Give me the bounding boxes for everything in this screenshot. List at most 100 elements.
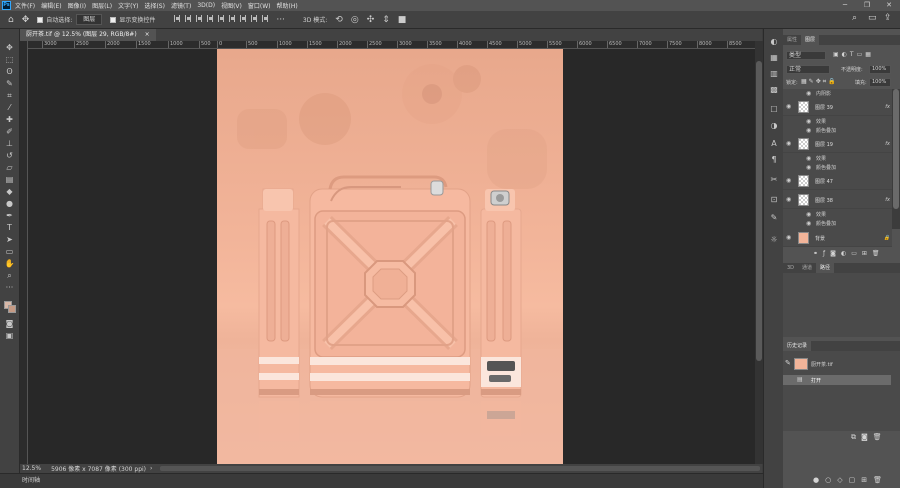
align-left-icon[interactable] [174, 15, 181, 22]
status-arrow-icon[interactable]: › [150, 465, 152, 472]
eye-icon[interactable]: ◉ [806, 118, 811, 125]
zoom-tool-icon[interactable]: ⌕ [4, 271, 15, 281]
home-icon[interactable]: ⌂ [8, 15, 14, 25]
distribute-2-icon[interactable] [251, 15, 258, 22]
layers-scrollbar[interactable] [892, 89, 900, 229]
eye-icon[interactable]: ◉ [786, 103, 791, 110]
history-brush-tool-icon[interactable]: ↺ [4, 151, 15, 161]
tab-channels[interactable]: 通道 [798, 263, 816, 273]
eye-icon[interactable]: ◉ [806, 155, 811, 162]
eye-icon[interactable]: ◉ [786, 234, 791, 241]
menu-image[interactable]: 图像(I) [68, 1, 86, 10]
eye-icon[interactable]: ◉ [806, 90, 811, 97]
eye-icon[interactable]: ◉ [806, 164, 811, 171]
paths-action-icons[interactable]: ●○◇▢⊞🗑 [813, 476, 888, 484]
distribute-icon[interactable] [240, 15, 247, 22]
auto-select-target-dropdown[interactable]: 图层 [76, 14, 103, 25]
menu-window[interactable]: 窗口(W) [248, 1, 271, 10]
blend-mode-dropdown[interactable]: 正常 [786, 65, 830, 74]
quick-mask-icon[interactable]: ◙ [4, 319, 15, 329]
align-vcenter-icon[interactable] [218, 15, 225, 22]
healing-tool-icon[interactable]: ✚ [4, 115, 15, 125]
layer-effect-row[interactable]: ◉ 内阴影 [783, 89, 892, 98]
crop-tool-icon[interactable]: ⌗ [4, 91, 15, 101]
eyedropper-tool-icon[interactable]: ⁄ [4, 103, 15, 113]
3d-roll-icon[interactable]: ◎ [351, 15, 359, 25]
info-icon[interactable]: ⊡ [769, 195, 779, 205]
eye-icon[interactable]: ◉ [806, 220, 811, 227]
gradient-tool-icon[interactable]: ▤ [4, 175, 15, 185]
screen-mode-icon[interactable]: ▣ [4, 331, 15, 341]
align-bottom-icon[interactable] [229, 15, 236, 22]
timeline-label[interactable]: 时间轴 [22, 477, 40, 484]
libraries-icon[interactable]: ☐ [769, 105, 779, 115]
horizontal-scrollbar[interactable] [160, 466, 761, 471]
tab-paths[interactable]: 路径 [816, 263, 835, 273]
share-icon[interactable]: ⇪ [884, 13, 892, 23]
align-top-icon[interactable] [207, 15, 214, 22]
character-icon[interactable]: A [769, 139, 779, 149]
move-tool-icon[interactable]: ✥ [4, 43, 15, 53]
tab-properties[interactable]: 属性 [783, 35, 801, 45]
quick-select-tool-icon[interactable]: ✎ [4, 79, 15, 89]
patterns-icon[interactable]: ▩ [769, 85, 779, 95]
document-tab[interactable]: 厨开茶.tif @ 12.5% (图层 29, RGB/8#) × [20, 29, 156, 41]
tools-icon[interactable]: ✂ [769, 175, 779, 185]
menu-3d[interactable]: 3D(D) [197, 2, 215, 9]
path-select-tool-icon[interactable]: ➤ [4, 235, 15, 245]
restore-icon[interactable]: ❐ [856, 0, 878, 11]
minimize-icon[interactable]: ─ [834, 0, 856, 11]
layer-row[interactable]: ◉ 图层 39 fx [783, 98, 892, 116]
layer-effect-row[interactable]: ◉ 效果 [783, 210, 892, 219]
filter-icons[interactable]: ▣◐T▭▦ [833, 51, 874, 58]
menu-type[interactable]: 文字(Y) [118, 1, 138, 10]
canvas-vertical-scrollbar[interactable] [755, 41, 763, 464]
3d-slide-icon[interactable]: ⇕ [382, 15, 390, 25]
workspace-icon[interactable]: ▭ [868, 13, 877, 23]
hand-tool-icon[interactable]: ✋ [4, 259, 15, 269]
pen-tool-icon[interactable]: ✒ [4, 211, 15, 221]
close-tab-icon[interactable]: × [145, 31, 150, 38]
light-icon[interactable]: ☼ [769, 235, 779, 245]
layer-row[interactable]: ◉ 图层 47 [783, 172, 892, 190]
fill-input[interactable]: 100% [869, 78, 891, 87]
eye-icon[interactable]: ◉ [806, 127, 811, 134]
background-layer-row[interactable]: ◉ 背景 🔒 [783, 229, 892, 247]
fx-icon[interactable]: fx [885, 104, 890, 110]
eye-icon[interactable]: ◉ [806, 211, 811, 218]
menu-edit[interactable]: 编辑(E) [41, 1, 61, 10]
adjustments-icon[interactable]: ◑ [769, 121, 779, 131]
close-icon[interactable]: ✕ [878, 0, 900, 11]
lasso-tool-icon[interactable]: ʘ [4, 67, 15, 77]
tab-layers[interactable]: 图层 [801, 35, 820, 45]
eraser-tool-icon[interactable]: ▱ [4, 163, 15, 173]
lock-icons[interactable]: ▦✎✥⌗🔒 [801, 78, 838, 86]
history-step[interactable]: ▤ 打开 [783, 375, 891, 385]
history-snapshot[interactable]: ✎ 厨开茶.tif [783, 357, 900, 371]
show-transform-checkbox[interactable] [110, 16, 117, 23]
dodge-tool-icon[interactable]: ● [4, 199, 15, 209]
eye-icon[interactable]: ◉ [786, 140, 791, 147]
align-hcenter-icon[interactable] [185, 15, 192, 22]
shape-tool-icon[interactable]: ▭ [4, 247, 15, 257]
fx-icon[interactable]: fx [885, 197, 890, 203]
marquee-tool-icon[interactable]: ⬚ [4, 55, 15, 65]
eye-icon[interactable]: ◉ [786, 196, 791, 203]
stamp-tool-icon[interactable]: ⊥ [4, 139, 15, 149]
zoom-level[interactable]: 12.5% [22, 465, 41, 472]
layer-effect-row[interactable]: ◉ 颜色叠加 [783, 219, 892, 228]
eye-icon[interactable]: ◉ [786, 177, 791, 184]
layer-effect-row[interactable]: ◉ 效果 [783, 117, 892, 126]
layer-action-icons[interactable]: ⚭ƒ◙◐▭⊞🗑 [813, 250, 885, 257]
align-right-icon[interactable] [196, 15, 203, 22]
fx-icon[interactable]: fx [885, 141, 890, 147]
move-tool-icon[interactable]: ✥ [22, 15, 30, 25]
3d-camera-icon[interactable]: ■ [398, 15, 407, 25]
layer-effect-row[interactable]: ◉ 颜色叠加 [783, 163, 892, 172]
scrollbar-thumb[interactable] [893, 89, 899, 209]
background-color-swatch[interactable] [8, 305, 16, 313]
3d-orbit-icon[interactable]: ⟲ [335, 15, 343, 25]
blur-tool-icon[interactable]: ◆ [4, 187, 15, 197]
menu-help[interactable]: 帮助(H) [277, 1, 298, 10]
document-canvas[interactable] [217, 49, 563, 464]
